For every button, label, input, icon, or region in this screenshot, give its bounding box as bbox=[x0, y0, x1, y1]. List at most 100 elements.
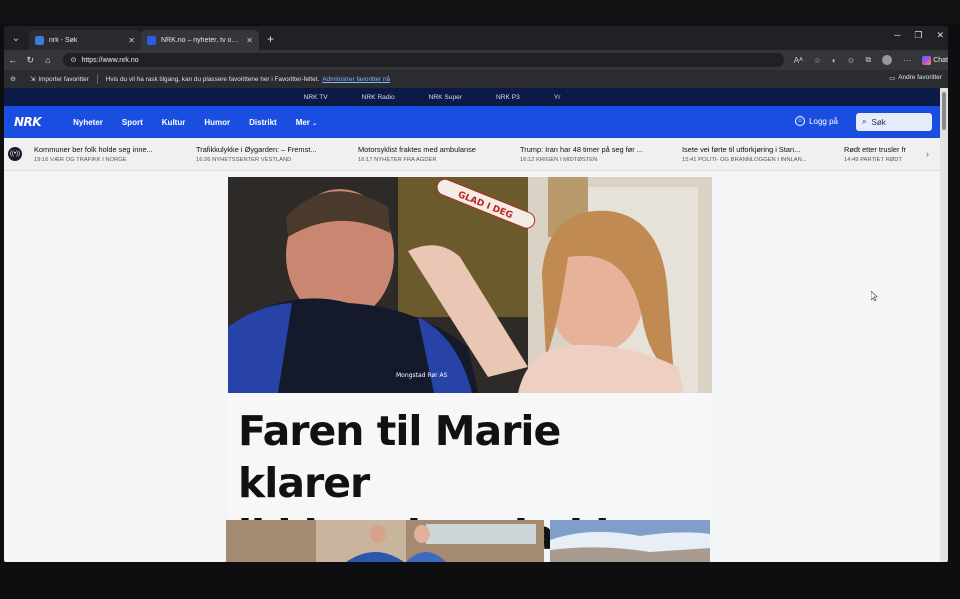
hero-photo[interactable]: GLAD I DEG Mongstad Rør AS bbox=[228, 177, 712, 393]
ticker-headline: Motorsyklist fraktes med ambulanse bbox=[358, 145, 476, 154]
collections-icon[interactable]: ⧉ bbox=[865, 55, 871, 65]
ticker-item[interactable]: Trafikkulykke i Øygarden: – Fremst... 16… bbox=[196, 145, 358, 163]
profile-avatar[interactable] bbox=[882, 55, 893, 65]
ticker-item[interactable]: Isete vei førte til utforkjøring i Stan.… bbox=[682, 145, 844, 163]
tab-search[interactable]: nrk - Søk ✕ bbox=[29, 30, 141, 50]
address-bar-row: ← ↻ ⌂ ⊙ https://www.nrk.no Aᴬ ☆ ◐ ✩ ⧉ ··… bbox=[4, 50, 948, 70]
user-icon: ☺ bbox=[795, 116, 806, 126]
new-tab-icon[interactable]: + bbox=[267, 32, 274, 46]
copilot-icon bbox=[922, 55, 932, 65]
ticker-headline: Isete vei førte til utforkjøring i Stan.… bbox=[682, 145, 801, 154]
favorites-hint: Hvis du vil ha rask tilgang, kan du plas… bbox=[105, 75, 320, 83]
page-scrollbar[interactable] bbox=[940, 88, 948, 562]
toolbar-icons: Aᴬ ☆ ◐ ✩ ⧉ ··· Chat bbox=[794, 55, 948, 65]
subnav-nrk-super[interactable]: NRK Super bbox=[429, 94, 462, 101]
url-field[interactable]: ⊙ https://www.nrk.no bbox=[62, 53, 784, 67]
search-button[interactable]: ⌕ Søk bbox=[856, 113, 932, 131]
favorites-icon[interactable]: ✩ bbox=[848, 56, 855, 65]
import-favorites-button[interactable]: ⇲ Importer favoritter bbox=[30, 75, 89, 84]
import-favorites-label: Importer favoritter bbox=[38, 75, 89, 83]
nav-item-mer-label: Mer bbox=[295, 117, 310, 127]
ticker-meta: 15:41 POLITI- OG BRANNLOGGEN I INNLAN... bbox=[682, 157, 807, 163]
url-text: https://www.nrk.no bbox=[81, 56, 139, 64]
nav-item-humor[interactable]: Humor bbox=[204, 118, 230, 127]
browser-window: ⌄ nrk - Søk ✕ NRK.no – nyheter, tv og ra… bbox=[4, 26, 948, 562]
home-icon[interactable]: ⌂ bbox=[39, 55, 57, 65]
tab-nrk[interactable]: NRK.no – nyheter, tv og radio fra hele l… bbox=[141, 30, 259, 50]
login-button[interactable]: ☺ Logg på bbox=[795, 116, 838, 126]
mouse-cursor-icon bbox=[871, 291, 878, 301]
nrk-page: NRK TV NRK Radio NRK Super NRK P3 Yr NRK… bbox=[4, 88, 940, 562]
manage-favorites-link[interactable]: Administrer favoritter nå bbox=[322, 76, 390, 83]
thumbnail-photo bbox=[226, 520, 544, 562]
other-favorites-label: Andre favoritter bbox=[898, 74, 942, 81]
nrk-favicon-icon bbox=[147, 35, 156, 45]
maximize-icon[interactable]: ❐ bbox=[914, 30, 922, 41]
hero-headline-box[interactable]: Faren til Marie klarer ikkje seie «glad … bbox=[228, 393, 712, 559]
extension-icon[interactable]: ◐ bbox=[832, 56, 837, 65]
favorites-bar: ⊖ ⇲ Importer favoritter Hvis du vil ha r… bbox=[4, 70, 948, 88]
ticker-item[interactable]: Rødt etter trusler fr 14:49 PARTIET RØDT bbox=[844, 145, 924, 163]
tab-strip: ⌄ nrk - Søk ✕ NRK.no – nyheter, tv og ra… bbox=[4, 26, 948, 50]
ticker-meta: 14:49 PARTIET RØDT bbox=[844, 157, 902, 163]
nrk-service-nav: NRK TV NRK Radio NRK Super NRK P3 Yr bbox=[4, 88, 940, 106]
ticker-meta: 19:16 VÆR OG TRAFIKK I NORGE bbox=[34, 157, 127, 163]
login-label: Logg på bbox=[809, 116, 838, 126]
window-controls: ─ ❐ ✕ bbox=[894, 30, 944, 41]
subnav-yr[interactable]: Yr bbox=[554, 94, 561, 101]
chevron-right-icon[interactable]: › bbox=[926, 149, 929, 159]
ticker-headline: Trafikkulykke i Øygarden: – Fremst... bbox=[196, 145, 317, 154]
hero-photo-illustration: GLAD I DEG Mongstad Rør AS bbox=[228, 177, 712, 393]
ticker-item[interactable]: Trump: Iran har 48 timer på seg før ... … bbox=[520, 145, 682, 163]
other-favorites-button[interactable]: ▭ Andre favoritter bbox=[889, 74, 942, 82]
ticker-meta: 16:26 NYHETSSENTER VESTLAND bbox=[196, 157, 292, 163]
nrk-logo[interactable]: NRK bbox=[14, 115, 42, 129]
ticker-headline: Kommuner ber folk holde seg inne... bbox=[34, 145, 153, 154]
back-icon[interactable]: ← bbox=[4, 55, 22, 65]
tab-title: nrk - Søk bbox=[49, 36, 78, 44]
nav-item-nyheter[interactable]: Nyheter bbox=[73, 118, 103, 127]
live-broadcast-icon: ((•)) bbox=[8, 147, 22, 161]
nav-item-distrikt[interactable]: Distrikt bbox=[249, 118, 277, 127]
import-icon: ⇲ bbox=[30, 76, 36, 83]
nav-item-kultur[interactable]: Kultur bbox=[162, 118, 186, 127]
news-ticker: ((•)) Kommuner ber folk holde seg inne..… bbox=[4, 138, 940, 171]
close-tab-icon[interactable]: ✕ bbox=[246, 36, 253, 45]
favorites-bar-icon: ⊖ bbox=[10, 76, 16, 83]
minimize-icon[interactable]: ─ bbox=[894, 30, 900, 41]
subnav-nrk-tv[interactable]: NRK TV bbox=[304, 94, 328, 101]
ticker-meta: 16:12 KRIGEN I MIDTØSTEN bbox=[520, 157, 598, 163]
nav-links: Nyheter Sport Kultur Humor Distrikt Mer … bbox=[73, 118, 317, 127]
scrollbar-thumb[interactable] bbox=[942, 92, 946, 130]
chevron-down-icon: ⌄ bbox=[312, 120, 318, 127]
read-aloud-icon[interactable]: Aᴬ bbox=[794, 56, 803, 65]
ticker-meta: 16:17 NYHETER FRA AGDER bbox=[358, 157, 437, 163]
refresh-icon[interactable]: ↻ bbox=[22, 55, 40, 66]
lock-icon: ⊙ bbox=[70, 57, 77, 64]
thumbnail-photo bbox=[550, 520, 710, 562]
article-thumbnail[interactable] bbox=[550, 520, 710, 562]
tab-actions-menu-icon[interactable]: ⌄ bbox=[7, 29, 25, 47]
close-tab-icon[interactable]: ✕ bbox=[128, 36, 135, 45]
search-icon: ⌕ bbox=[862, 117, 867, 126]
shirt-text: Mongstad Rør AS bbox=[396, 372, 448, 379]
chat-label: Chat bbox=[933, 56, 948, 64]
subnav-nrk-radio[interactable]: NRK Radio bbox=[362, 94, 395, 101]
search-label: Søk bbox=[871, 117, 886, 127]
ticker-item[interactable]: Kommuner ber folk holde seg inne... 19:1… bbox=[34, 145, 196, 163]
nav-item-mer[interactable]: Mer ⌄ bbox=[296, 118, 318, 127]
more-icon[interactable]: ··· bbox=[903, 56, 911, 65]
nrk-main-nav: NRK Nyheter Sport Kultur Humor Distrikt … bbox=[4, 106, 940, 138]
favorite-star-icon[interactable]: ☆ bbox=[814, 56, 821, 65]
divider bbox=[96, 74, 98, 84]
tab-title: NRK.no – nyheter, tv og radio fra hele l… bbox=[161, 36, 241, 44]
close-window-icon[interactable]: ✕ bbox=[936, 30, 944, 41]
article-thumbnail[interactable] bbox=[226, 520, 544, 562]
folder-icon: ▭ bbox=[889, 75, 896, 82]
ticker-headline: Trump: Iran har 48 timer på seg før ... bbox=[520, 145, 643, 154]
monitor: ⌄ nrk - Søk ✕ NRK.no – nyheter, tv og ra… bbox=[0, 0, 960, 599]
subnav-nrk-p3[interactable]: NRK P3 bbox=[496, 94, 520, 101]
nav-item-sport[interactable]: Sport bbox=[122, 118, 143, 127]
ticker-item[interactable]: Motorsyklist fraktes med ambulanse 16:17… bbox=[358, 145, 520, 163]
copilot-chat-button[interactable]: Chat bbox=[922, 55, 948, 65]
